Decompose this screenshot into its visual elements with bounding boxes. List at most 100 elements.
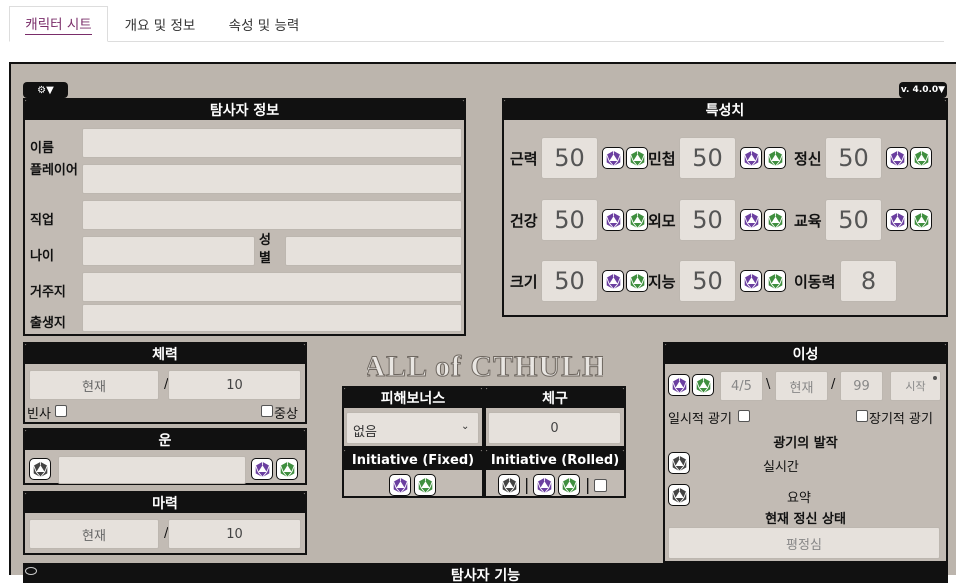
residence-input[interactable] bbox=[82, 272, 462, 302]
damage-bonus-select[interactable]: 없음 ⌄ bbox=[346, 412, 479, 444]
initiative-rolled-panel: Initiative (Rolled) | | bbox=[484, 448, 626, 498]
sanity-panel: 이성 4/5 \ 현재 / 99 시작 일시적 광기 장기적 광기 광기의 발작… bbox=[663, 342, 948, 563]
logo-text: CALL of CTHULHU bbox=[367, 350, 603, 383]
initiative-fixed-green-roll-icon[interactable] bbox=[414, 474, 436, 496]
stat-purple-roll-icon[interactable] bbox=[602, 209, 624, 231]
stat-label: 민첩 bbox=[648, 150, 676, 168]
stat-green-roll-icon[interactable] bbox=[764, 209, 786, 231]
mp-max-value: 10 bbox=[168, 519, 301, 549]
stat-label: 근력 bbox=[510, 150, 538, 168]
sex-input[interactable] bbox=[285, 236, 462, 266]
major-wound-label: 중상 bbox=[274, 407, 298, 422]
build-value: 0 bbox=[488, 412, 621, 444]
stat-green-roll-icon[interactable] bbox=[626, 147, 648, 169]
stat-green-roll-icon[interactable] bbox=[910, 147, 932, 169]
luck-purple-roll-icon[interactable] bbox=[251, 458, 273, 480]
name-input[interactable] bbox=[82, 128, 462, 158]
initiative-rolled-purple-roll-icon[interactable] bbox=[533, 474, 555, 496]
player-input[interactable] bbox=[82, 164, 462, 194]
investigator-info-panel: 탐사자 정보 이름 플레이어 직업 나이 성별 거주지 출생지 bbox=[23, 98, 466, 336]
sanity-start-input[interactable]: 시작 bbox=[890, 371, 941, 401]
sanity-green-roll-icon[interactable] bbox=[692, 374, 714, 396]
initiative-fixed-purple-roll-icon[interactable] bbox=[389, 474, 411, 496]
initiative-fixed-header: Initiative (Fixed) bbox=[344, 450, 482, 470]
mental-state-title: 현재 정신 상태 bbox=[765, 512, 846, 527]
indef-insanity-label: 장기적 광기 bbox=[869, 412, 933, 427]
skills-header: 탐사자 기능 bbox=[23, 563, 948, 584]
stat-purple-roll-icon[interactable] bbox=[886, 209, 908, 231]
luck-roll-icon[interactable] bbox=[29, 458, 51, 480]
initiative-rolled-roll-icon[interactable] bbox=[498, 474, 520, 496]
indef-insanity-checkbox[interactable] bbox=[856, 410, 868, 422]
stat-label: 외모 bbox=[648, 212, 676, 230]
stat-purple-roll-icon[interactable] bbox=[740, 147, 762, 169]
stat-label: 정신 bbox=[794, 150, 822, 168]
stat-value[interactable]: 50 bbox=[541, 199, 598, 241]
sanity-purple-roll-icon[interactable] bbox=[668, 374, 690, 396]
stat-purple-roll-icon[interactable] bbox=[740, 209, 762, 231]
sanity-header: 이성 bbox=[665, 344, 946, 364]
hp-panel: 체력 현재 / 10 빈사 중상 bbox=[23, 342, 307, 424]
temp-insanity-checkbox[interactable] bbox=[738, 410, 750, 422]
stat-value[interactable]: 50 bbox=[541, 137, 598, 179]
stat-value[interactable]: 50 bbox=[825, 137, 882, 179]
tab-character-sheet[interactable]: 캐릭터 시트 bbox=[9, 6, 108, 42]
tab-overview[interactable]: 개요 및 정보 bbox=[108, 6, 212, 42]
major-wound-checkbox[interactable] bbox=[261, 405, 273, 417]
initiative-fixed-panel: Initiative (Fixed) bbox=[342, 448, 484, 498]
damage-bonus-panel: 피해보너스 없음 ⌄ bbox=[342, 386, 484, 448]
build-header: 체구 bbox=[486, 388, 624, 408]
player-label: 플레이어 bbox=[30, 163, 78, 178]
stat-green-roll-icon[interactable] bbox=[626, 270, 648, 292]
stat-value[interactable]: 50 bbox=[679, 260, 736, 302]
stat-value[interactable]: 50 bbox=[825, 199, 882, 241]
initiative-rolled-green-roll-icon[interactable] bbox=[558, 474, 580, 496]
realtime-roll-icon[interactable] bbox=[668, 452, 690, 474]
tab-divider bbox=[108, 41, 944, 42]
occupation-input[interactable] bbox=[82, 200, 462, 230]
age-input[interactable] bbox=[82, 236, 255, 266]
chevron-down-icon: ⌄ bbox=[461, 421, 470, 432]
birthplace-label: 출생지 bbox=[30, 316, 66, 331]
characteristics-panel: 특성치 근력 50 민첩 50 정신 50 건강 50 외모 50 교육 50 크기 50 지능 50 이동력 8 bbox=[502, 98, 948, 317]
summary-roll-icon[interactable] bbox=[668, 484, 690, 506]
settings-menu-button[interactable]: ⚙▼ bbox=[23, 82, 68, 98]
stat-green-roll-icon[interactable] bbox=[764, 147, 786, 169]
tab-attributes[interactable]: 속성 및 능력 bbox=[212, 6, 316, 42]
call-of-cthulhu-logo: CALL of CTHULHU bbox=[340, 346, 628, 386]
stat-green-roll-icon[interactable] bbox=[764, 270, 786, 292]
luck-green-roll-icon[interactable] bbox=[276, 458, 298, 480]
mp-header: 마력 bbox=[25, 493, 305, 513]
hp-current-input[interactable]: 현재 bbox=[29, 370, 159, 400]
damage-bonus-header: 피해보너스 bbox=[344, 388, 482, 408]
sanity-backslash: \ bbox=[766, 377, 771, 392]
eye-icon[interactable] bbox=[25, 567, 37, 575]
sanity-current-input[interactable]: 현재 bbox=[775, 371, 828, 401]
mp-current-input[interactable]: 현재 bbox=[29, 519, 159, 549]
tab-bar: 캐릭터 시트 개요 및 정보 속성 및 능력 bbox=[0, 0, 956, 50]
stat-purple-roll-icon[interactable] bbox=[602, 270, 624, 292]
investigator-info-header: 탐사자 정보 bbox=[25, 100, 464, 120]
birthplace-input[interactable] bbox=[82, 304, 462, 332]
mental-state-value: 평정심 bbox=[668, 527, 940, 559]
stat-value[interactable]: 50 bbox=[679, 199, 736, 241]
stat-green-roll-icon[interactable] bbox=[910, 209, 932, 231]
stat-purple-roll-icon[interactable] bbox=[886, 147, 908, 169]
occupation-label: 직업 bbox=[30, 213, 54, 228]
luck-input[interactable] bbox=[58, 456, 246, 484]
initiative-rolled-checkbox[interactable] bbox=[594, 479, 607, 492]
stat-value[interactable]: 50 bbox=[541, 260, 598, 302]
sanity-slash: / bbox=[831, 377, 836, 392]
stat-purple-roll-icon[interactable] bbox=[740, 270, 762, 292]
version-menu-button[interactable]: v. 4.0.0▼ bbox=[899, 82, 947, 98]
stat-label: 이동력 bbox=[794, 273, 836, 291]
mp-panel: 마력 현재 / 10 bbox=[23, 491, 307, 555]
stat-value[interactable]: 50 bbox=[679, 137, 736, 179]
stat-label: 크기 bbox=[510, 273, 538, 291]
stat-value[interactable]: 8 bbox=[840, 260, 897, 302]
sanity-max-value: 99 bbox=[840, 371, 883, 401]
dying-checkbox[interactable] bbox=[55, 405, 67, 417]
stat-green-roll-icon[interactable] bbox=[626, 209, 648, 231]
stat-purple-roll-icon[interactable] bbox=[602, 147, 624, 169]
age-label: 나이 bbox=[30, 249, 54, 264]
